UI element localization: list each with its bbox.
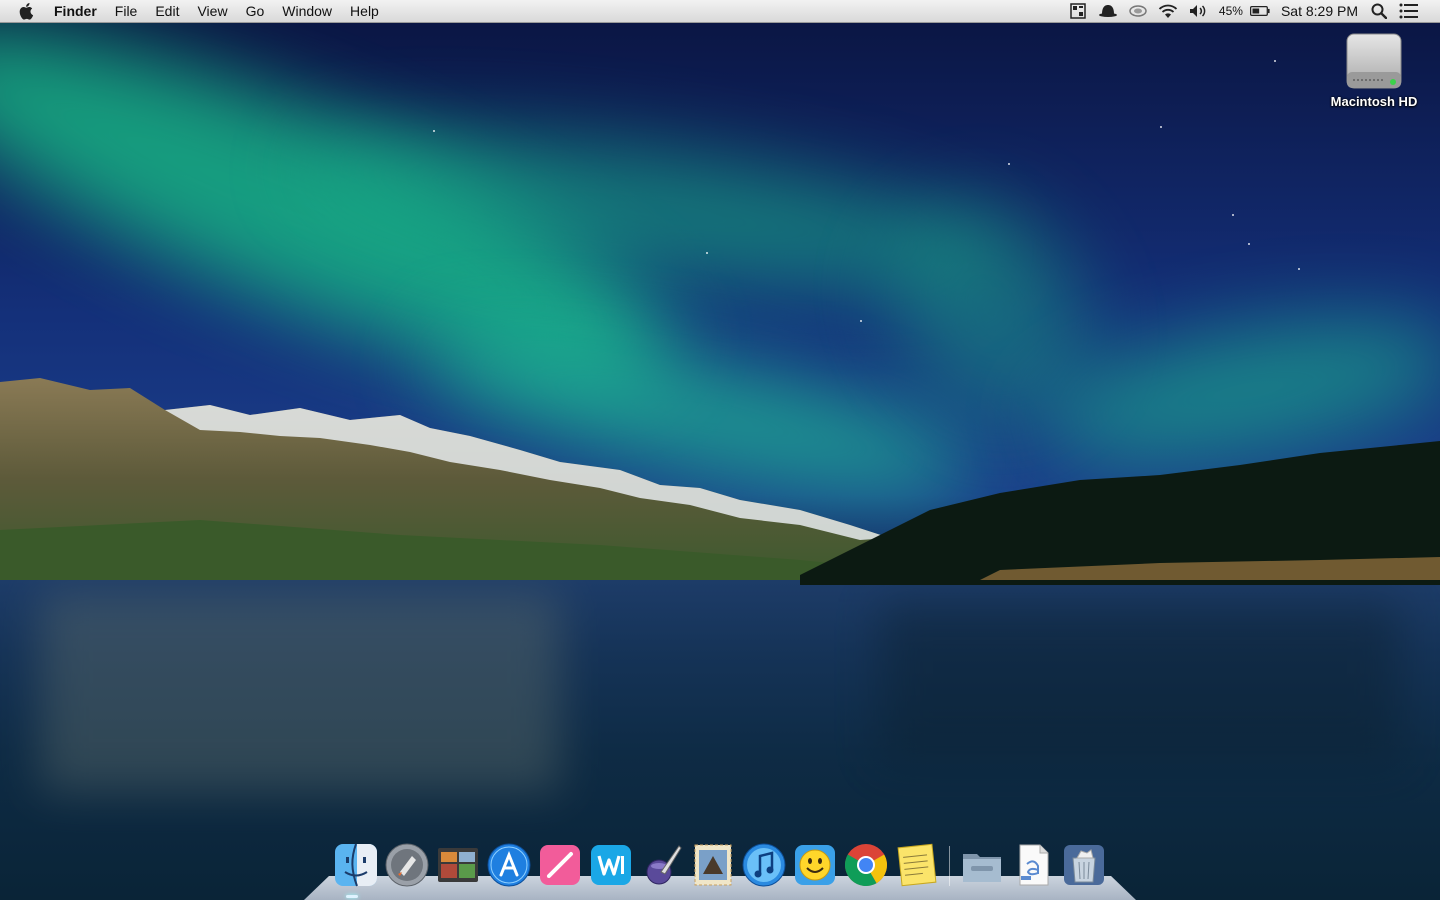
star (860, 320, 862, 322)
menu-edit[interactable]: Edit (146, 0, 188, 22)
menu-go[interactable]: Go (237, 0, 274, 22)
battery-percentage[interactable]: 45% (1219, 4, 1243, 18)
volume-icon[interactable] (1188, 2, 1208, 20)
dock-item-finder[interactable] (333, 842, 379, 888)
launchpad-icon (385, 843, 428, 887)
photo-app-icon (437, 848, 478, 882)
quill-app-icon (646, 845, 682, 885)
word-app-icon (590, 845, 631, 885)
smiley-app-icon (794, 845, 835, 885)
wifi-icon[interactable] (1158, 2, 1178, 20)
grid-status-icon[interactable] (1068, 2, 1088, 20)
dock-item-itunes[interactable] (741, 842, 787, 888)
menu-window[interactable]: Window (273, 0, 341, 22)
dock-item-quill-app[interactable] (639, 842, 685, 888)
chrome-icon (844, 844, 887, 887)
mountain-range (0, 378, 900, 580)
battery-icon[interactable] (1249, 2, 1270, 20)
desktop-icon-macintosh-hd[interactable]: Macintosh HD (1322, 32, 1426, 109)
dock-item-chrome[interactable] (843, 842, 889, 888)
mountain-reflection (40, 592, 560, 792)
trash-icon (1063, 845, 1104, 885)
star (1298, 268, 1300, 270)
finder-icon (334, 843, 377, 887)
menu-file[interactable]: File (106, 0, 147, 22)
dock-running-indicator (346, 895, 358, 898)
desktop[interactable]: Finder File Edit View Go Window Help 45%… (0, 0, 1440, 900)
document-stack-icon (1019, 844, 1048, 886)
menu-clock[interactable]: Sat 8:29 PM (1281, 3, 1358, 19)
notes-icon (897, 843, 936, 887)
forest-hills (800, 441, 1440, 585)
dock (330, 838, 1109, 888)
menu-help[interactable]: Help (341, 0, 388, 22)
pen-app-icon (539, 845, 580, 885)
hard-drive-icon (1346, 33, 1402, 89)
mail-stamp-icon (694, 844, 731, 886)
itunes-icon (742, 843, 785, 887)
notification-center-icon[interactable] (1399, 2, 1419, 20)
star (1274, 60, 1276, 62)
menu-bar: Finder File Edit View Go Window Help 45%… (0, 0, 1440, 23)
dock-item-mail[interactable] (690, 842, 736, 888)
spotlight-search-icon[interactable] (1369, 2, 1389, 20)
dock-item-app-store[interactable] (486, 842, 532, 888)
menu-view[interactable]: View (188, 0, 236, 22)
hill-reflection (880, 602, 1400, 762)
time-machine-status-icon[interactable] (1128, 2, 1148, 20)
dock-item-pen-app[interactable] (537, 842, 583, 888)
dock-item-launchpad[interactable] (384, 842, 430, 888)
star (1232, 214, 1234, 216)
dock-item-word-app[interactable] (588, 842, 634, 888)
star (1008, 163, 1010, 165)
dock-item-stickies[interactable] (894, 842, 940, 888)
star (706, 252, 708, 254)
dock-item-smiley-app[interactable] (792, 842, 838, 888)
star (1160, 126, 1162, 128)
apple-menu-icon[interactable] (18, 2, 36, 20)
dock-stack-documents[interactable] (959, 842, 1005, 888)
folder-stack-icon (962, 854, 1001, 882)
star (1248, 243, 1250, 245)
dock-stack-downloads[interactable] (1010, 842, 1056, 888)
desktop-icon-label: Macintosh HD (1330, 94, 1418, 109)
app-store-icon (487, 843, 530, 887)
dock-item-trash[interactable] (1061, 842, 1107, 888)
star (433, 130, 435, 132)
bowler-hat-status-icon[interactable] (1098, 2, 1118, 20)
app-menu-finder[interactable]: Finder (54, 0, 106, 22)
dock-separator (942, 842, 956, 888)
dock-item-photo-app[interactable] (435, 842, 481, 888)
